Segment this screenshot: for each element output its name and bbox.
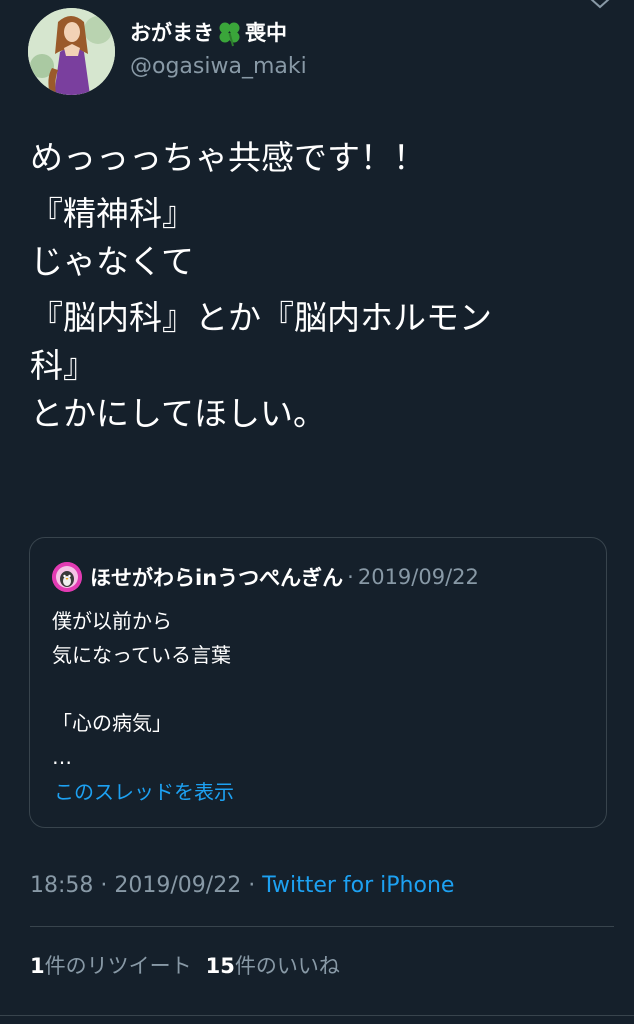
four-leaf-clover-icon xyxy=(219,22,240,46)
tweet-meta: 18:58 · 2019/09/22 · Twitter for iPhone xyxy=(30,873,454,898)
retweet-label: 件のリツイート xyxy=(44,954,192,978)
tweet-text: めっっっちゃ共感です！！ 『精神科』 じゃなくて 『脳内科』とか『脳内ホルモン … xyxy=(30,134,610,438)
show-thread-link[interactable]: このスレッドを表示 xyxy=(54,776,234,805)
tweet-time: 18:58 xyxy=(30,873,94,898)
display-name-text: おがまき xyxy=(130,21,214,45)
divider xyxy=(0,1015,634,1016)
tweet-date: 2019/09/22 xyxy=(114,873,242,898)
tweet-stats: 1件のリツイート 15件のいいね xyxy=(30,950,340,980)
like-count: 15 xyxy=(205,954,235,978)
quote-text: 僕が以前から 気になっている言葉 「心の病気」 … xyxy=(52,609,231,769)
tweet-paragraph: 『脳内科』とか『脳内ホルモン 科』 とかにしてほしい。 xyxy=(30,298,492,433)
like-stat[interactable]: 15件のいいね xyxy=(206,954,340,978)
quote-header: ほせがわらinうつぺんぎん · 2019/09/22 xyxy=(52,560,479,594)
tweet-source-link[interactable]: Twitter for iPhone xyxy=(262,873,454,898)
quote-author-avatar xyxy=(52,562,82,592)
chevron-down-icon[interactable] xyxy=(588,0,612,12)
tweet-detail-screen: おがまき 喪中 @ogasiwa_maki めっっっちゃ共感です！！ 『精神科』… xyxy=(0,0,634,1024)
separator-dot: · xyxy=(241,873,263,898)
display-name[interactable]: おがまき 喪中 xyxy=(130,18,287,48)
quoted-tweet-card[interactable]: ほせがわらinうつぺんぎん · 2019/09/22 僕が以前から 気になってい… xyxy=(29,537,607,828)
avatar[interactable] xyxy=(28,8,115,95)
like-label: 件のいいね xyxy=(234,954,340,978)
divider xyxy=(30,926,614,927)
retweet-stat[interactable]: 1件のリツイート xyxy=(30,954,192,978)
retweet-count: 1 xyxy=(30,954,45,978)
user-handle[interactable]: @ogasiwa_maki xyxy=(130,52,307,82)
separator-dot: · xyxy=(347,565,354,589)
separator-dot: · xyxy=(93,873,115,898)
quote-date: 2019/09/22 xyxy=(357,565,479,589)
display-name-suffix: 喪中 xyxy=(245,21,287,45)
tweet-paragraph: 『精神科』 じゃなくて xyxy=(30,194,195,281)
quote-author-name: ほせがわらinうつぺんぎん xyxy=(90,566,344,590)
tweet-paragraph: めっっっちゃ共感です！！ xyxy=(30,138,426,177)
